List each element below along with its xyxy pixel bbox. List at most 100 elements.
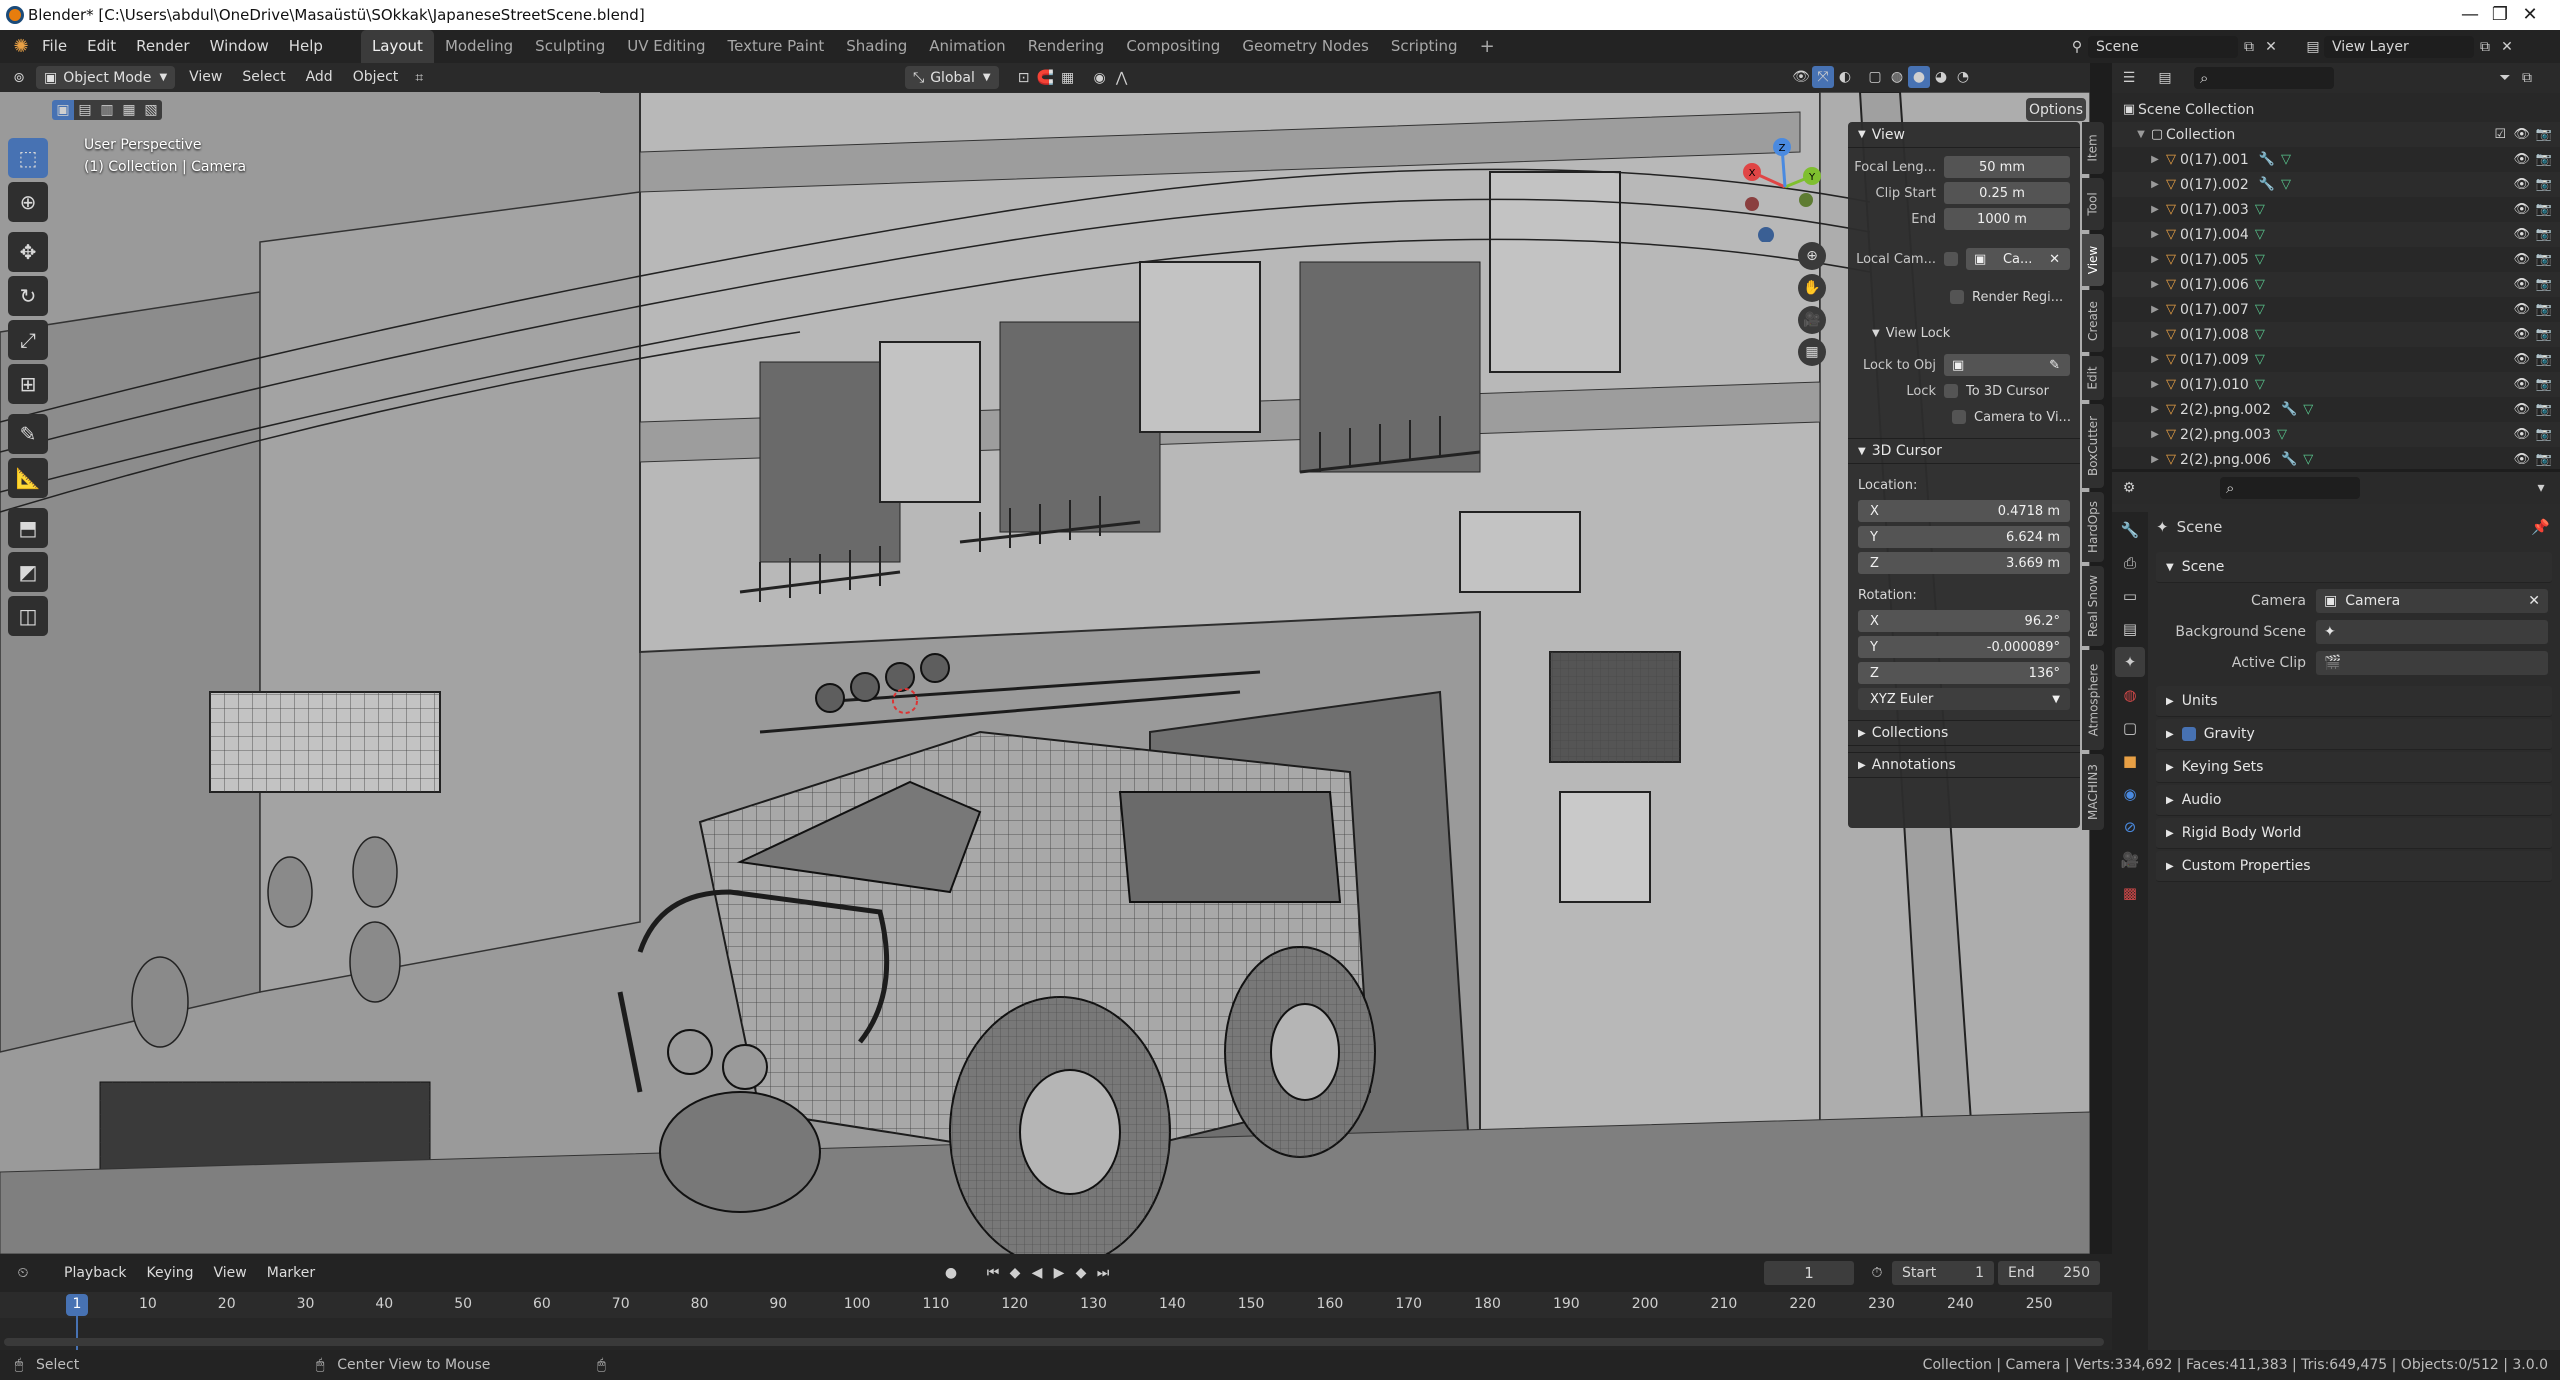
chevron-down-icon[interactable]: ▼ xyxy=(2134,129,2148,140)
current-frame-field[interactable]: 1 xyxy=(1764,1261,1854,1285)
tool-properties-tab[interactable]: 🔧 xyxy=(2115,515,2145,545)
mesh-data-icon[interactable]: ▽ xyxy=(2255,377,2265,392)
viewport-menu-add[interactable]: Add xyxy=(296,63,343,92)
snap-icon[interactable]: 🧲 xyxy=(1035,67,1057,89)
chevron-right-icon[interactable]: ▶ xyxy=(2148,279,2162,290)
camera-icon[interactable]: 📷 xyxy=(2536,252,2552,267)
editor-type-icon[interactable]: ⚙ xyxy=(2118,477,2140,499)
modifier-icon[interactable]: 🔧 xyxy=(2259,177,2275,192)
timeline-menu-keying[interactable]: Keying xyxy=(136,1254,203,1292)
scene-properties-tab[interactable]: ✦ xyxy=(2115,647,2145,677)
filter-icon[interactable]: ⏷ xyxy=(2494,67,2516,89)
gravity-checkbox[interactable] xyxy=(2181,727,2196,741)
timeline-area[interactable]: 1 10 20 30 40 50 60 70 80 90 100 110 120 130 140 150 160… xyxy=(0,1292,2112,1350)
tab-texture-paint[interactable]: Texture Paint xyxy=(716,30,835,63)
cursor-rotation-y[interactable]: Y -0.000089° xyxy=(1858,636,2070,658)
collection-properties-tab[interactable]: ▢ xyxy=(2115,713,2145,743)
tab-sculpting[interactable]: Sculpting xyxy=(524,30,616,63)
select-intersect-icon[interactable]: ▧ xyxy=(140,100,162,120)
chevron-right-icon[interactable]: ▶ xyxy=(2148,454,2162,465)
eyedropper-icon[interactable]: ✎ xyxy=(2049,358,2060,373)
camera-icon[interactable]: 📷 xyxy=(2536,227,2552,242)
clear-icon[interactable]: ✕ xyxy=(2528,593,2540,609)
scene-panel-header[interactable]: ▼ Scene xyxy=(2156,552,2552,583)
move-tool[interactable]: ✥ xyxy=(8,232,48,272)
clip-end-field[interactable]: 1000 m xyxy=(1944,208,2070,230)
hops-tool[interactable]: ◫ xyxy=(8,596,48,636)
viewport-menu-select[interactable]: Select xyxy=(232,63,295,92)
pan-button[interactable]: ✋ xyxy=(1798,274,1826,302)
add-workspace-button[interactable]: + xyxy=(1469,30,1506,63)
exclude-checkbox[interactable]: ☑ xyxy=(2494,127,2506,142)
eye-icon[interactable]: 👁 xyxy=(2513,302,2530,317)
transform-tool[interactable]: ⊞ xyxy=(8,364,48,404)
rigid-body-world-panel-header[interactable]: ▶ Rigid Body World xyxy=(2156,818,2552,849)
next-keyframe-icon[interactable]: ◆ xyxy=(1070,1262,1092,1284)
mesh-data-icon[interactable]: ▽ xyxy=(2255,302,2265,317)
active-clip-field[interactable]: 🎬 xyxy=(2316,650,2548,675)
rotate-tool[interactable]: ↻ xyxy=(8,276,48,316)
gpencil-icon[interactable]: ⌗ xyxy=(408,67,430,89)
units-panel-header[interactable]: ▶ Units xyxy=(2156,686,2552,717)
tab-shading[interactable]: Shading xyxy=(835,30,918,63)
outliner-object-row[interactable]: ▶ ▽ 0(17).003 ▽ 👁 📷 xyxy=(2112,197,2560,222)
select-invert-icon[interactable]: ▦ xyxy=(118,100,140,120)
outliner-object-row[interactable]: ▶ ▽ 0(17).008 ▽ 👁 📷 xyxy=(2112,322,2560,347)
tab-uv-editing[interactable]: UV Editing xyxy=(616,30,716,63)
delete-view-layer-icon[interactable]: ✕ xyxy=(2496,36,2518,58)
annotate-tool[interactable]: ✎ xyxy=(8,414,48,454)
sidebar-tab-hardops[interactable]: HardOps xyxy=(2082,492,2104,562)
camera-to-view-checkbox[interactable] xyxy=(1952,410,1966,424)
modifier-icon[interactable]: 🔧 xyxy=(2281,402,2297,417)
chevron-right-icon[interactable]: ▶ xyxy=(2148,229,2162,240)
timeline-scrollbar[interactable] xyxy=(4,1338,2104,1346)
eye-icon[interactable]: 👁 xyxy=(2513,402,2530,417)
cursor-rotation-z[interactable]: Z 136° xyxy=(1858,662,2070,684)
sidebar-tab-create[interactable]: Create xyxy=(2082,290,2104,352)
select-new-icon[interactable]: ▣ xyxy=(52,100,74,120)
eye-icon[interactable]: 👁 xyxy=(2513,177,2530,192)
menu-window[interactable]: Window xyxy=(200,30,279,63)
play-icon[interactable]: ▶ xyxy=(1048,1262,1070,1284)
timeline-menu-playback[interactable]: Playback xyxy=(54,1254,136,1292)
keying-sets-panel-header[interactable]: ▶ Keying Sets xyxy=(2156,752,2552,783)
mesh-data-icon[interactable]: ▽ xyxy=(2255,252,2265,267)
outliner-object-row[interactable]: ▶ ▽ 0(17).001 🔧 ▽ 👁 📷 xyxy=(2112,147,2560,172)
modifier-icon[interactable]: 🔧 xyxy=(2281,452,2297,467)
cursor-rotation-x[interactable]: X 96.2° xyxy=(1858,610,2070,632)
outliner-object-row[interactable]: ▶ ▽ 2(2).png.002 🔧 ▽ 👁 📷 xyxy=(2112,397,2560,422)
menu-edit[interactable]: Edit xyxy=(77,30,126,63)
render-properties-tab[interactable]: ⎙ xyxy=(2115,548,2145,578)
texture-properties-tab[interactable]: ▩ xyxy=(2115,878,2145,908)
delete-scene-icon[interactable]: ✕ xyxy=(2260,36,2282,58)
timeline-menu-marker[interactable]: Marker xyxy=(257,1254,325,1292)
outliner-object-row[interactable]: ▶ ▽ 0(17).009 ▽ 👁 📷 xyxy=(2112,347,2560,372)
outliner-object-row[interactable]: ▶ ▽ 0(17).010 ▽ 👁 📷 xyxy=(2112,372,2560,397)
menu-file[interactable]: File xyxy=(32,30,77,63)
scene-camera-field[interactable]: ▣ Camera ✕ xyxy=(2316,588,2548,613)
eye-icon[interactable]: 👁 xyxy=(2513,277,2530,292)
tab-scripting[interactable]: Scripting xyxy=(1380,30,1469,63)
chevron-right-icon[interactable]: ▶ xyxy=(2148,329,2162,340)
collections-panel-header[interactable]: ▶ Collections xyxy=(1848,720,2080,746)
camera-icon[interactable]: 📷 xyxy=(2536,352,2552,367)
add-cube-tool[interactable]: ⬒ xyxy=(8,508,48,548)
eye-icon[interactable]: 👁 xyxy=(2513,202,2530,217)
rotation-mode-dropdown[interactable]: XYZ Euler ▼ xyxy=(1858,688,2070,710)
boxcutter-tool[interactable]: ◩ xyxy=(8,552,48,592)
camera-icon[interactable]: 📷 xyxy=(2536,302,2552,317)
clock-icon[interactable]: ⏱ xyxy=(1866,1262,1888,1284)
local-camera-field[interactable]: ▣ Ca... ✕ xyxy=(1966,248,2070,270)
pivot-icon[interactable]: ⊡ xyxy=(1013,67,1035,89)
mesh-data-icon[interactable]: ▽ xyxy=(2255,202,2265,217)
eye-icon[interactable]: 👁 xyxy=(2513,427,2530,442)
outliner-object-row[interactable]: ▶ ▽ 2(2).png.006 🔧 ▽ 👁 📷 xyxy=(2112,447,2560,472)
prev-keyframe-icon[interactable]: ◆ xyxy=(1004,1262,1026,1284)
measure-tool[interactable]: 📐 xyxy=(8,458,48,498)
mesh-data-icon[interactable]: ▽ xyxy=(2255,227,2265,242)
start-frame-field[interactable]: Start 1 xyxy=(1892,1261,1994,1285)
timeline-menu-view[interactable]: View xyxy=(204,1254,257,1292)
eye-icon[interactable]: 👁 xyxy=(2513,377,2530,392)
chevron-down-icon[interactable]: ▾ xyxy=(2530,477,2552,499)
view-layer-selector[interactable]: View Layer xyxy=(2324,35,2474,58)
